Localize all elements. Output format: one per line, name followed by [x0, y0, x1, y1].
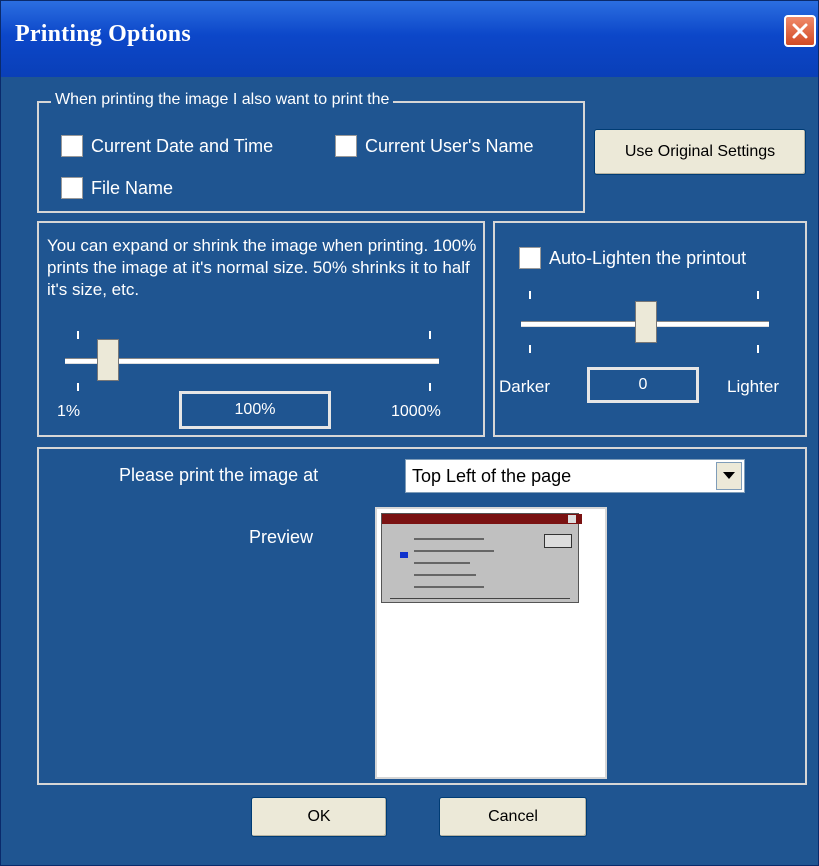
- lighten-lighter-label: Lighter: [727, 377, 779, 396]
- close-icon: [792, 23, 808, 39]
- scale-tick-bottom-left: [77, 383, 79, 391]
- checkbox-auto-lighten[interactable]: Auto-Lighten the printout: [519, 247, 746, 269]
- checkbox-file-label: File Name: [91, 177, 174, 198]
- preview-thumbnail-icon: [400, 552, 408, 558]
- lighten-slider-thumb[interactable]: [635, 301, 657, 343]
- preview-thumbnail-titlebar: [382, 514, 582, 524]
- lighten-tick-bottom-left: [529, 345, 531, 353]
- title-bar[interactable]: Printing Options: [1, 1, 818, 77]
- lighten-tick-top-right: [757, 291, 759, 299]
- preview-thumbnail-image: [381, 513, 582, 603]
- preview-thumbnail-close-icon: [568, 515, 576, 523]
- scale-tick-top-left: [77, 331, 79, 339]
- lighten-tick-bottom-right: [757, 345, 759, 353]
- use-original-settings-button[interactable]: Use Original Settings: [594, 129, 806, 175]
- preview-thumbnail-line: [414, 550, 494, 552]
- placement-prompt-label: Please print the image at: [119, 465, 319, 485]
- lighten-darker-label: Darker: [499, 377, 551, 396]
- close-button[interactable]: [784, 15, 816, 47]
- checkbox-date-box[interactable]: [61, 135, 83, 157]
- scale-value-readout: 100%: [179, 391, 331, 429]
- scale-group: You can expand or shrink the image when …: [37, 221, 485, 437]
- scale-tick-top-right: [429, 331, 431, 339]
- preview-label: Preview: [249, 527, 314, 547]
- scale-description: You can expand or shrink the image when …: [47, 236, 477, 299]
- preview-thumbnail-divider: [390, 598, 570, 599]
- lighten-tick-top-left: [529, 291, 531, 299]
- preview-thumbnail-line: [414, 538, 484, 540]
- scale-slider-thumb[interactable]: [97, 339, 119, 381]
- dropdown-arrow-button[interactable]: [716, 462, 742, 490]
- ok-button[interactable]: OK: [251, 797, 387, 837]
- lighten-group: Auto-Lighten the printout Darker 0 Light…: [493, 221, 807, 437]
- checkbox-auto-lighten-box[interactable]: [519, 247, 541, 269]
- scale-min-label: 1%: [57, 403, 81, 420]
- checkbox-user-label: Current User's Name: [365, 135, 534, 156]
- print-extras-legend: When printing the image I also want to p…: [51, 91, 394, 109]
- checkbox-file-box[interactable]: [61, 177, 83, 199]
- checkbox-file-name[interactable]: File Name: [61, 177, 173, 199]
- checkbox-date-label: Current Date and Time: [91, 135, 274, 156]
- chevron-down-icon: [723, 472, 735, 479]
- preview-page: [375, 507, 607, 779]
- scale-max-label: 1000%: [391, 403, 441, 420]
- placement-group: Please print the image at Top Left of th…: [37, 447, 807, 785]
- checkbox-current-user-name[interactable]: Current User's Name: [335, 135, 533, 157]
- preview-thumbnail-line: [414, 574, 476, 576]
- checkbox-auto-lighten-label: Auto-Lighten the printout: [549, 247, 747, 268]
- preview-thumbnail-button: [544, 534, 572, 548]
- printing-options-dialog: Printing Options When printing the image…: [0, 0, 819, 866]
- preview-thumbnail-line: [414, 562, 470, 564]
- placement-dropdown[interactable]: Top Left of the page: [405, 459, 745, 493]
- preview-thumbnail-line: [414, 586, 484, 588]
- checkbox-user-box[interactable]: [335, 135, 357, 157]
- lighten-value-readout: 0: [587, 367, 699, 403]
- scale-tick-bottom-right: [429, 383, 431, 391]
- print-extras-group: When printing the image I also want to p…: [37, 91, 585, 213]
- placement-dropdown-value: Top Left of the page: [412, 465, 572, 486]
- checkbox-current-date-time[interactable]: Current Date and Time: [61, 135, 273, 157]
- cancel-button[interactable]: Cancel: [439, 797, 587, 837]
- dialog-title: Printing Options: [15, 21, 191, 47]
- scale-slider-track[interactable]: [65, 358, 439, 364]
